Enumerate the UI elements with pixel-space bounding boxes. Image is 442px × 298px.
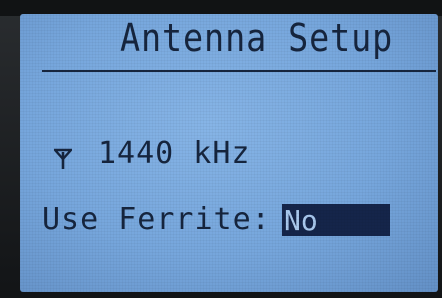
- frequency-value: 1440 kHz: [98, 136, 251, 171]
- lcd-screen: Antenna Setup 1440 kHz Use Ferrite: No: [20, 14, 438, 292]
- use-ferrite-label: Use Ferrite:: [42, 202, 271, 237]
- title-underline: [42, 70, 436, 72]
- radio-device: Antenna Setup 1440 kHz Use Ferrite: No: [0, 0, 442, 298]
- use-ferrite-value: No: [284, 203, 318, 237]
- antenna-icon: [54, 148, 72, 169]
- use-ferrite-selector[interactable]: No: [282, 203, 390, 237]
- screen-title: Antenna Setup: [120, 16, 394, 60]
